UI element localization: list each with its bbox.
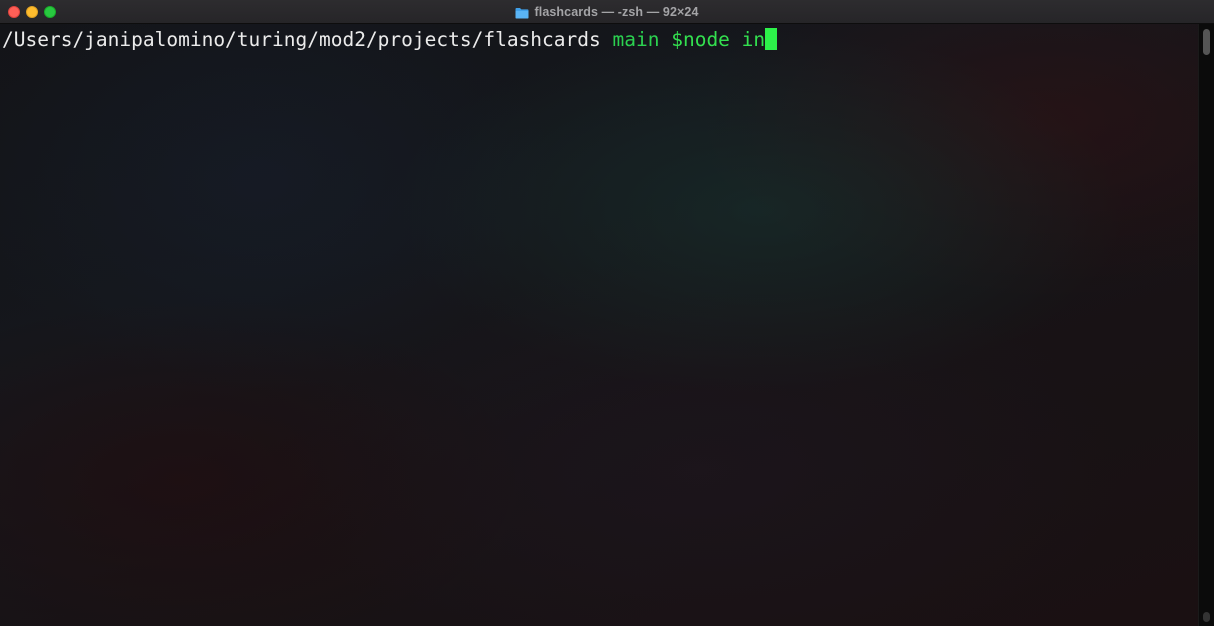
window-title-group: flashcards — -zsh — 92×24 (0, 0, 1214, 24)
text-cursor (765, 28, 778, 50)
terminal-content[interactable]: /Users/janipalomino/turing/mod2/projects… (0, 24, 1198, 626)
prompt-branch: main (612, 28, 660, 51)
command-input[interactable]: $node in (671, 28, 765, 51)
scrollbar-thumb[interactable] (1203, 29, 1210, 55)
scrollbar-end-marker (1203, 612, 1210, 622)
title-bar[interactable]: flashcards — -zsh — 92×24 (0, 0, 1214, 24)
prompt-line[interactable]: /Users/janipalomino/turing/mod2/projects… (2, 28, 778, 52)
prompt-path: /Users/janipalomino/turing/mod2/projects… (2, 28, 601, 51)
window-title: flashcards — -zsh — 92×24 (534, 5, 699, 19)
folder-icon (515, 6, 529, 19)
terminal-window: flashcards — -zsh — 92×24 /Users/janipal… (0, 0, 1214, 626)
scrollbar[interactable] (1198, 24, 1214, 626)
